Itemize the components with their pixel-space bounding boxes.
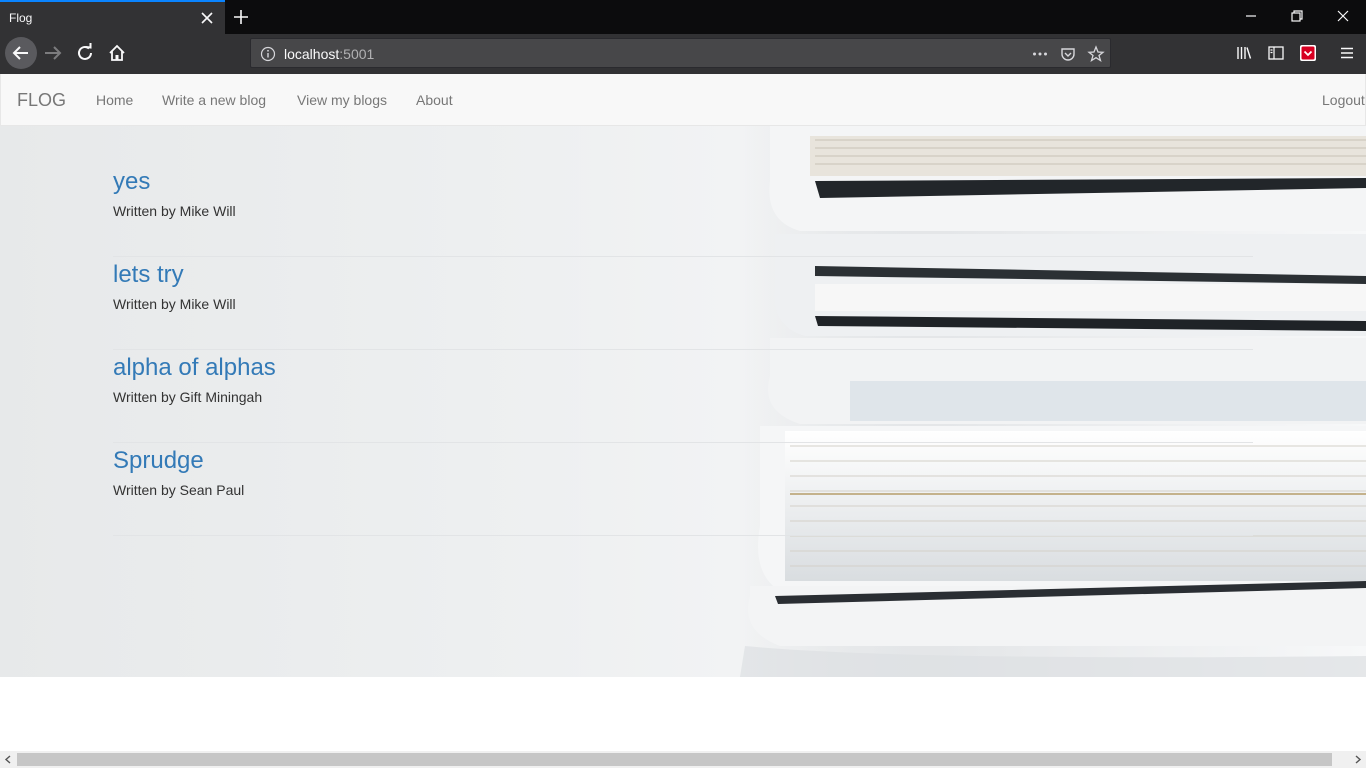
home-icon[interactable] xyxy=(103,39,131,67)
nav-link-write-blog[interactable]: Write a new blog xyxy=(162,92,266,108)
more-actions-icon[interactable] xyxy=(1031,45,1049,63)
minimize-icon[interactable] xyxy=(1243,8,1259,24)
info-icon[interactable] xyxy=(259,45,277,63)
back-button[interactable] xyxy=(5,37,37,69)
tab-flog[interactable]: Flog xyxy=(0,0,225,34)
scrollbar-thumb[interactable] xyxy=(17,753,1332,766)
forward-arrow-icon[interactable] xyxy=(39,39,67,67)
restore-icon[interactable] xyxy=(1289,8,1305,24)
plus-icon[interactable] xyxy=(231,7,251,27)
pocket-extension-icon[interactable] xyxy=(1299,44,1317,62)
post-author: Written by Gift Miningah xyxy=(113,389,263,405)
nav-link-about[interactable]: About xyxy=(416,92,453,108)
post-title-link[interactable]: Sprudge xyxy=(113,447,204,475)
site-brand[interactable]: FLOG xyxy=(17,90,66,111)
nav-link-view-blogs[interactable]: View my blogs xyxy=(297,92,387,108)
bookmark-star-icon[interactable] xyxy=(1087,45,1105,63)
nav-link-home[interactable]: Home xyxy=(96,92,133,108)
post-author: Written by Sean Paul xyxy=(113,482,245,498)
scroll-right-arrow-icon[interactable] xyxy=(1353,755,1362,764)
url-bar[interactable]: localhost:5001 xyxy=(250,38,1111,68)
hero-background: yes Written by Mike Will lets try Writte… xyxy=(0,126,1366,677)
url-text[interactable]: localhost:5001 xyxy=(284,46,374,62)
post-author: Written by Mike Will xyxy=(113,296,236,312)
logout-link[interactable]: Logout xyxy=(1322,92,1365,108)
sidebar-icon[interactable] xyxy=(1267,44,1285,62)
post-title-link[interactable]: lets try xyxy=(113,261,184,289)
back-arrow-icon xyxy=(12,46,28,60)
window-close-icon[interactable] xyxy=(1335,8,1351,24)
pocket-icon[interactable] xyxy=(1059,45,1077,63)
site-navbar: FLOG Home Write a new blog View my blogs… xyxy=(0,74,1366,126)
list-item: yes Written by Mike Will xyxy=(113,164,1253,257)
tab-strip: Flog xyxy=(0,0,1366,34)
list-item: lets try Written by Mike Will xyxy=(113,257,1253,350)
list-item: Sprudge Written by Sean Paul xyxy=(113,443,1253,536)
page-content: FLOG Home Write a new blog View my blogs… xyxy=(0,74,1366,751)
horizontal-scrollbar[interactable] xyxy=(0,751,1366,768)
menu-icon[interactable] xyxy=(1338,44,1356,62)
post-title-link[interactable]: alpha of alphas xyxy=(113,354,276,382)
reload-icon[interactable] xyxy=(71,39,99,67)
post-title-link[interactable]: yes xyxy=(113,168,150,196)
scroll-left-arrow-icon[interactable] xyxy=(4,755,13,764)
close-icon[interactable] xyxy=(199,10,215,26)
browser-toolbar: localhost:5001 xyxy=(0,34,1366,74)
tab-title: Flog xyxy=(9,11,33,25)
library-icon[interactable] xyxy=(1235,44,1253,62)
list-item: alpha of alphas Written by Gift Miningah xyxy=(113,350,1253,443)
blog-post-list: yes Written by Mike Will lets try Writte… xyxy=(113,164,1253,536)
post-author: Written by Mike Will xyxy=(113,203,236,219)
